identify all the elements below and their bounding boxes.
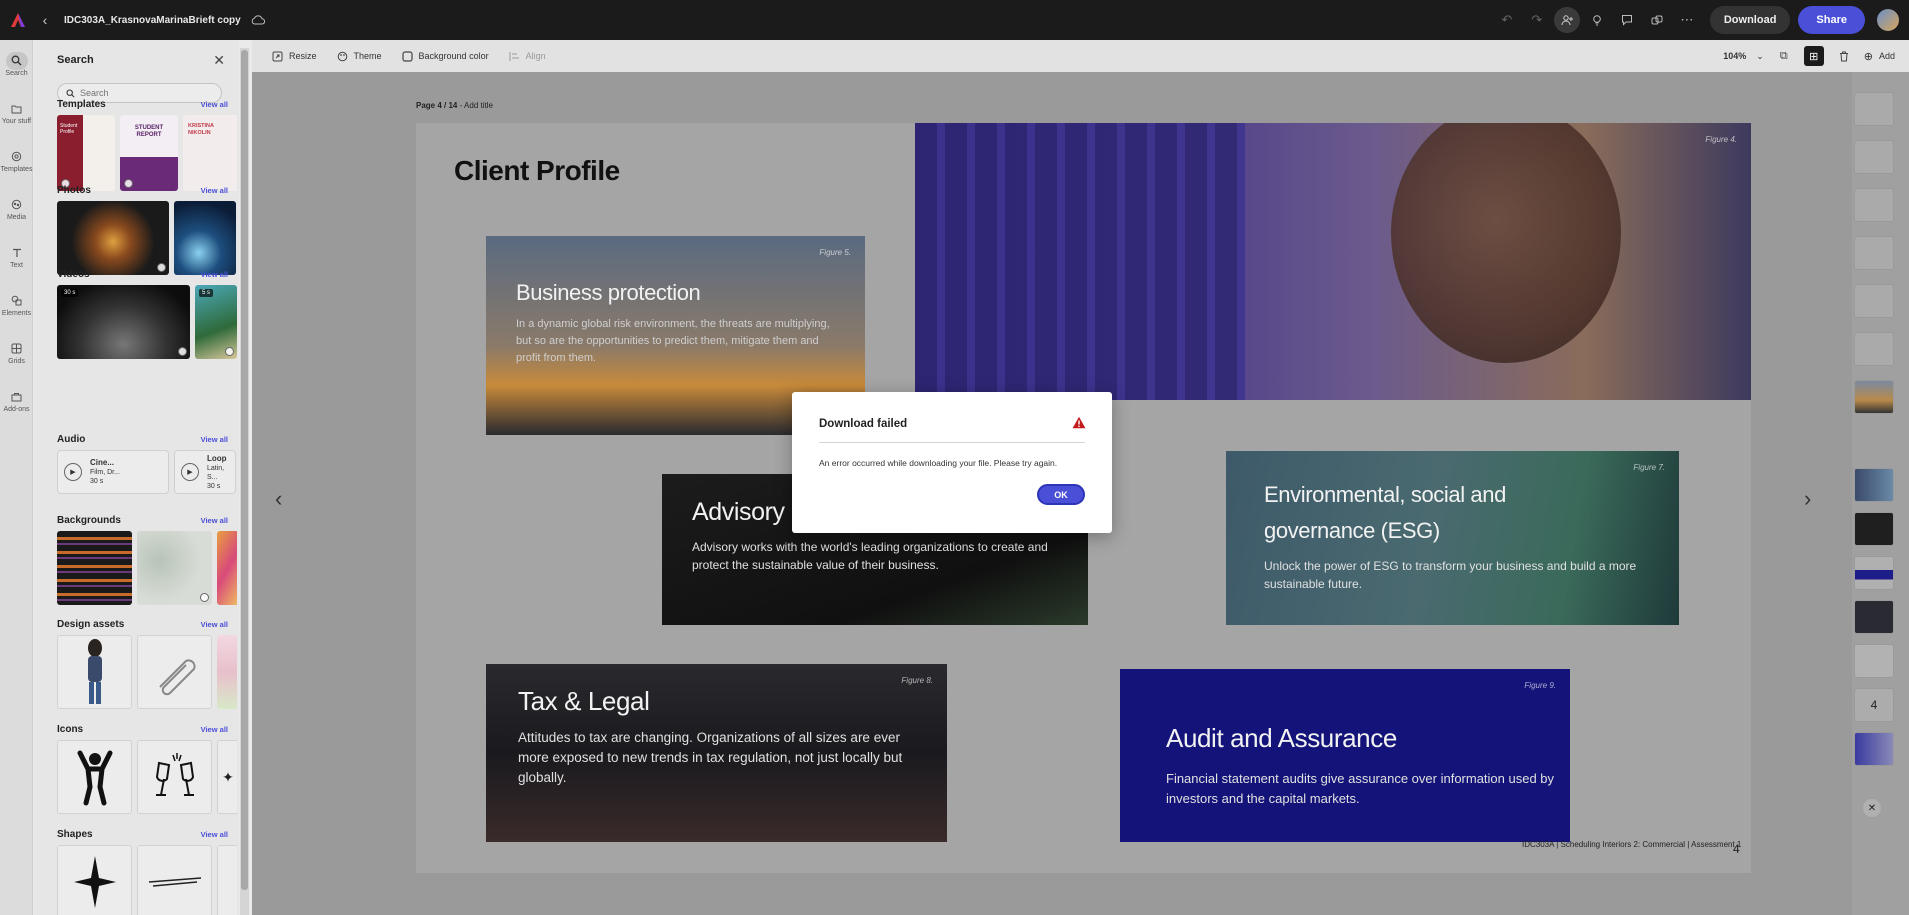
dialog-message: An error occurred while downloading your… [819,458,1058,468]
download-failed-dialog: Download failed An error occurred while … [792,392,1112,533]
dialog-title: Download failed [819,418,908,430]
dialog-divider [819,442,1085,443]
warning-icon [1072,416,1086,429]
ok-button[interactable]: OK [1037,484,1085,505]
